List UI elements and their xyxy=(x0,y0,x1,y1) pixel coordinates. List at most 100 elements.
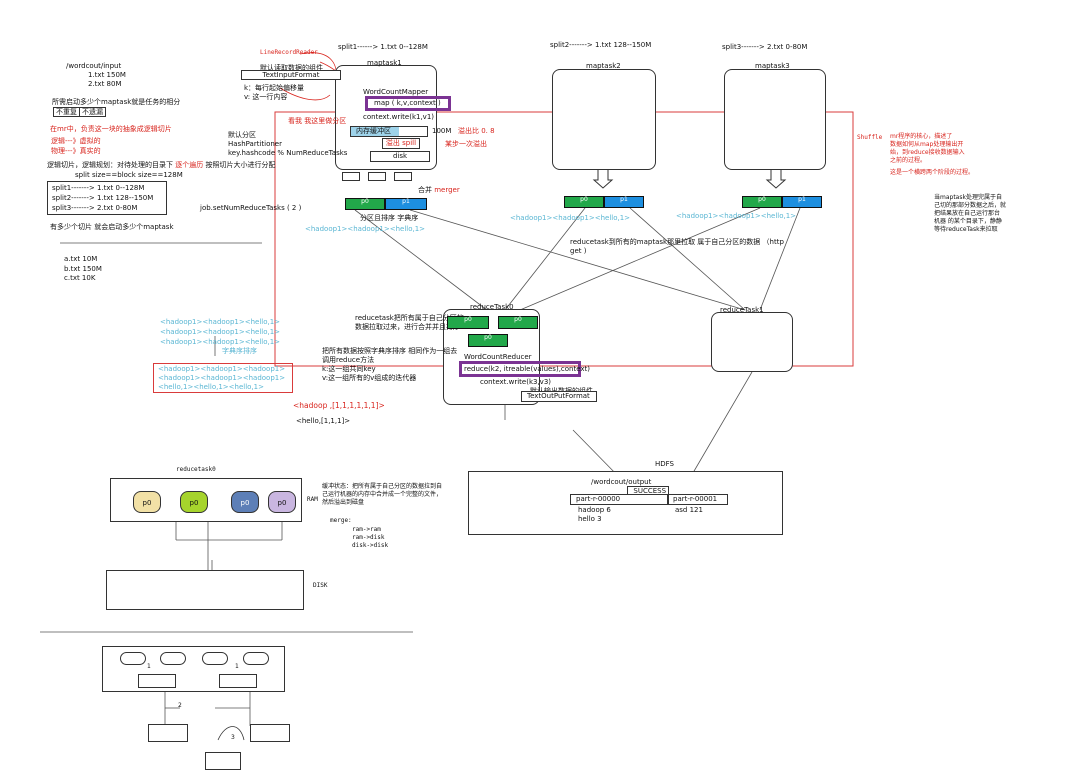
sorted-kv-box: <hadoop1><hadoop1><hadoop1> <hadoop1><ha… xyxy=(153,363,293,393)
k-offset-note: k：每行起始偏移量 xyxy=(244,84,305,92)
spill-file xyxy=(368,172,386,181)
kv-row: <hadoop1><hadoop1><hello,1> xyxy=(160,338,281,346)
hdfs-line: hello 3 xyxy=(578,515,602,523)
pull-note-2: 数据拉取过来，进行合并并且排序 xyxy=(355,323,460,331)
tree-leaf xyxy=(160,652,186,665)
tree-merge-node xyxy=(148,724,188,742)
maptask3-title: maptask3 xyxy=(755,62,790,70)
merge-line: ram->ram xyxy=(352,526,381,533)
reducetask1-box xyxy=(711,312,793,372)
map3-partition-p0: p0 xyxy=(742,196,782,208)
map2-partition-p0: p0 xyxy=(564,196,604,208)
kv-row: <hadoop1><hadoop1><hello,1> xyxy=(160,328,281,336)
file-b: b.txt 150M xyxy=(64,265,102,273)
partition-note: 看我 我这里做分区 xyxy=(288,117,347,125)
maptask3-box xyxy=(724,69,826,170)
map2-partition-p1: p1 xyxy=(604,196,644,208)
ram-partition: p0 xyxy=(231,491,259,513)
tree-final-node xyxy=(205,752,241,770)
map1-kv-out: <hadoop1><hadoop1><hello,1> xyxy=(305,225,426,233)
tree-step-label: 1 xyxy=(235,663,239,670)
merge-label: 合并 merger xyxy=(418,186,460,194)
kv-row: <hadoop1><hadoop1><hello,1> xyxy=(160,318,281,326)
maptask-done-note: 机器 的某个目录下，静静 xyxy=(934,218,1002,225)
split3-label: split3-------> 2.txt 0-80M xyxy=(722,43,808,51)
slice-plan-note: 逻辑切片，逻辑规划：对待处理的目录下 逐个遍历 按照切片大小进行分配 xyxy=(47,161,276,169)
disk-area-label: DISK xyxy=(313,582,328,589)
shuffle-desc: mr程序的核心，描述了 xyxy=(890,133,953,140)
merge-line: disk->disk xyxy=(352,542,389,549)
maptask2-title: maptask2 xyxy=(586,62,621,70)
tree-leaf xyxy=(120,652,146,665)
map-call: map ( k,v,context ) xyxy=(374,99,441,107)
map1-partition-p1: p1 xyxy=(385,198,427,210)
map2-kv-out: <hadoop1><hadoop1><hello,1> xyxy=(510,214,631,222)
sort-note: 分区且排序 字典序 xyxy=(360,214,419,222)
mr-logical-note: 在mr中，负责这一块的抽象成逻辑切片 xyxy=(50,125,172,133)
split-list-box: split1-------> 1.txt 0--128M split2-----… xyxy=(47,181,167,215)
split-item: split2-------> 1.txt 128--150M xyxy=(52,194,154,202)
hash-code: key.hashcode % NumReduceTasks xyxy=(228,149,348,157)
default-partition: 默认分区 xyxy=(228,131,256,139)
hdfs-line: asd 121 xyxy=(675,506,703,514)
spill-step: 某步一次溢出 xyxy=(445,140,487,148)
reduce-call: reduce(k2, itreable(values),context) xyxy=(464,365,591,373)
tree-merge-node xyxy=(138,674,176,688)
map-context-write: context.write(k1,v1) xyxy=(363,113,434,121)
ram-partition: p0 xyxy=(133,491,161,513)
merge-desc: 然后溢出到磁盘 xyxy=(322,499,365,506)
input-path: /wordcout/input xyxy=(66,62,122,70)
tree-merge-node xyxy=(250,724,290,742)
merge-desc: 己运行机器的内存中合并成一个完整的文件， xyxy=(322,491,443,498)
hdfs-label: HDFS xyxy=(655,460,675,468)
input-file-1: 1.txt 150M xyxy=(88,71,126,79)
option-no-repeat: 不重复 xyxy=(53,107,80,118)
hello-group: <hello,[1,1,1]> xyxy=(296,417,351,425)
k-key-note: k:这一组共同key xyxy=(322,365,376,373)
v-iter-note: v:这一组所有的v组成的迭代器 xyxy=(322,374,417,382)
maptask2-box xyxy=(552,69,656,170)
part-file-1: part-r-00001 xyxy=(668,494,728,505)
spill-ratio: 溢出比 0. 8 xyxy=(458,127,495,135)
map3-kv-out: <hadoop1><hadoop1><hello,1> xyxy=(676,212,797,220)
buffer-label: 内存缓冲区 xyxy=(356,127,391,135)
disk-box: disk xyxy=(370,151,430,162)
shuffle-desc: 始，到reduce接收数据输入 xyxy=(890,149,965,156)
v-line-note: v: 这一行内容 xyxy=(244,93,288,101)
reducer-name: WordCountReducer xyxy=(464,353,532,361)
shuffle-label: Shuffle xyxy=(857,134,883,141)
text-input-format: TextInputFormat xyxy=(241,70,341,80)
shuffle-desc: 数据如何从map处理输出开 xyxy=(890,141,964,148)
hash-partitioner: HashPartitioner xyxy=(228,140,282,148)
output-path: /wordcout/output xyxy=(591,478,652,486)
text-output-format: TextOutPutFormat xyxy=(521,391,597,402)
sorted-kv-row: <hadoop1><hadoop1><hadoop1> xyxy=(158,374,286,382)
logic-note: 逻辑---》虚拟的 xyxy=(51,137,101,145)
split1-label: split1------> 1.txt 0--128M xyxy=(338,43,428,51)
hdfs-line: hadoop 6 xyxy=(578,506,611,514)
map1-partition-p0: p0 xyxy=(345,198,385,210)
option-no-miss: 不遗漏 xyxy=(79,107,106,118)
reduce-context-write: context.write(k3,v3) xyxy=(480,378,551,386)
tree-step-label: 3 xyxy=(231,734,235,741)
split-item: split1-------> 1.txt 0--128M xyxy=(52,184,145,192)
line-record-reader: LineRecordReader xyxy=(260,49,318,56)
merge-desc: 缓冲状态：把所有属于自己分区的数据拉到自 xyxy=(322,483,443,490)
sorted-kv-row: <hadoop1><hadoop1><hadoop1> xyxy=(158,365,286,373)
merge-line: ram->disk xyxy=(352,534,385,541)
spill-file xyxy=(342,172,360,181)
file-a: a.txt 10M xyxy=(64,255,98,263)
tree-step-label: 2 xyxy=(178,702,182,709)
mapper-name: WordCountMapper xyxy=(363,88,429,96)
ram-partition: p0 xyxy=(180,491,208,513)
fetch-note: reducetask到所有的maptask那里拉取 属于自己分区的数据 （htt… xyxy=(570,238,784,246)
disk-area-box xyxy=(106,570,304,610)
buffer-size: 100M xyxy=(432,127,452,135)
tree-merge-node xyxy=(219,674,257,688)
sort-label: 字典序排序 xyxy=(222,347,257,355)
file-c: c.txt 10K xyxy=(64,274,96,282)
split2-label: split2-------> 1.txt 128--150M xyxy=(550,41,652,49)
ram-partition: p0 xyxy=(268,491,296,513)
maptask-done-note: 己切的那部分数据之后，就 xyxy=(934,202,1007,209)
maptask-done-note: 当maptask处理完属于自 xyxy=(934,194,1002,201)
